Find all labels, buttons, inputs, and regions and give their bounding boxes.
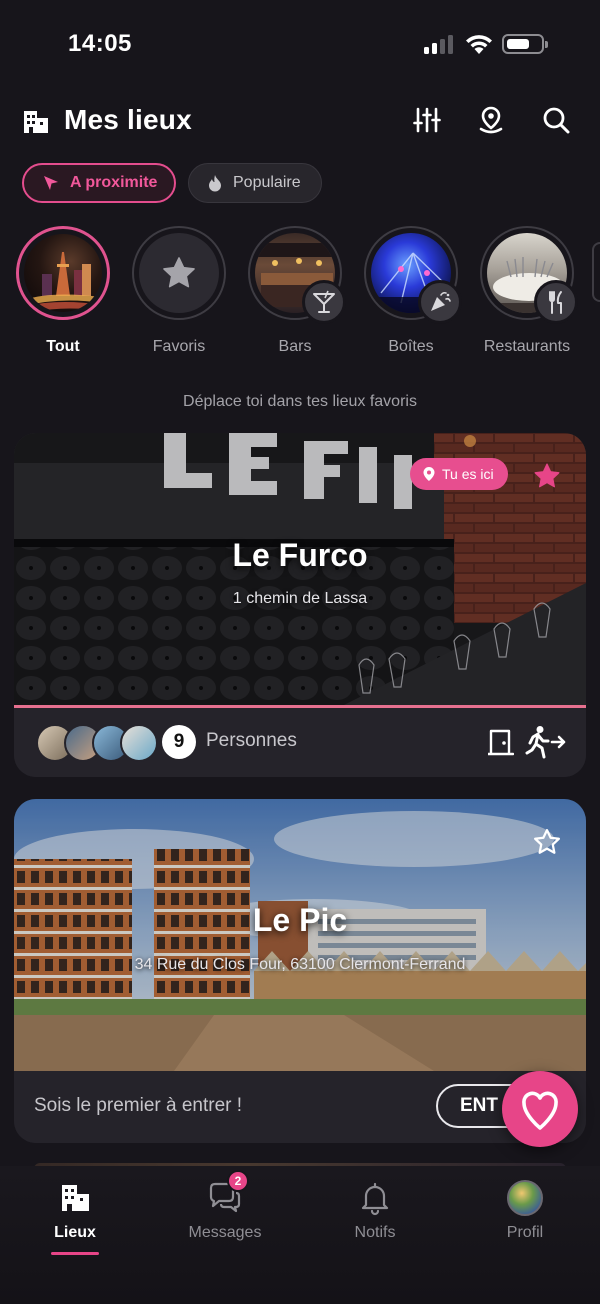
chip-popular-label: Populaire: [233, 174, 301, 191]
sliders-icon[interactable]: [412, 105, 442, 135]
category-favorites-label: Favoris: [152, 338, 206, 355]
avatar: [120, 724, 158, 762]
check-in-fab[interactable]: [502, 1071, 578, 1147]
nav-profile-label: Profil: [506, 1224, 544, 1241]
category-bars-label: Bars: [278, 338, 312, 355]
category-bars[interactable]: Bars: [247, 226, 346, 356]
battery-icon: [502, 34, 548, 54]
building-icon: [62, 1185, 89, 1211]
hint-text: Déplace toi dans tes lieux favoris: [183, 393, 417, 410]
nav-notifications[interactable]: Notifs: [315, 1180, 435, 1242]
empty-venue-label: Sois le premier à entrer !: [34, 1095, 243, 1116]
category-all-thumbnail: [16, 226, 110, 320]
bottom-navigation: Lieux 2 Messages Notifs Profil: [0, 1166, 600, 1304]
search-icon[interactable]: [541, 105, 571, 135]
cocktail-icon: [302, 280, 346, 324]
city-night-image: [24, 252, 102, 312]
cursor-arrow-icon: [44, 176, 58, 190]
category-clubs[interactable]: Boîtes: [363, 226, 462, 356]
chip-nearby[interactable]: A proximite: [22, 163, 176, 203]
page-title: Mes lieux: [64, 104, 192, 135]
venue-card-le-furco[interactable]: Le Furco 1 chemin de Lassa Tu es ici 9 P…: [14, 433, 586, 777]
venue-name: Le Pic: [252, 902, 348, 938]
status-time: 14:05: [68, 30, 132, 57]
bell-icon: [361, 1182, 389, 1216]
star-icon: [163, 257, 195, 288]
category-clubs-thumbnail: [364, 226, 462, 324]
category-bars-thumbnail: [248, 226, 346, 324]
category-favorites-thumbnail: [132, 226, 226, 320]
category-all[interactable]: Tout: [15, 226, 111, 356]
venue-card-footer: Sois le premier à entrer ! ENT: [14, 1071, 586, 1143]
people-count-badge: 9: [162, 725, 196, 759]
nav-profile[interactable]: Profil: [465, 1180, 585, 1242]
party-popper-icon: [418, 280, 462, 324]
category-favorites[interactable]: Favoris: [131, 226, 227, 356]
avatar: [507, 1180, 543, 1216]
exit-walk-icon[interactable]: [524, 725, 568, 759]
category-restaurants-label: Restaurants: [483, 338, 571, 355]
header: Mes lieux: [0, 95, 600, 150]
category-next-peek: [592, 242, 600, 302]
venue-address: 1 chemin de Lassa: [232, 590, 368, 607]
category-clubs-label: Boîtes: [388, 338, 434, 355]
flame-icon: [209, 175, 221, 192]
category-all-label: Tout: [46, 338, 80, 355]
wifi-icon: [466, 35, 492, 54]
nav-messages-label: Messages: [188, 1224, 262, 1241]
favorite-star-icon[interactable]: [532, 461, 562, 491]
here-badge-label: Tu es ici: [442, 466, 494, 482]
building-icon: [24, 111, 48, 133]
people-label: Personnes: [206, 730, 297, 751]
chip-popular[interactable]: Populaire: [188, 163, 322, 203]
heart-pin-icon: [522, 1091, 558, 1130]
favorite-star-outline-icon[interactable]: [532, 827, 562, 857]
nav-places-label: Lieux: [54, 1224, 96, 1241]
here-badge: Tu es ici: [410, 458, 508, 490]
venue-name: Le Furco: [232, 537, 368, 573]
map-pin-icon[interactable]: [476, 105, 506, 135]
nav-notifications-label: Notifs: [354, 1224, 396, 1241]
venue-card-le-pic[interactable]: Le Pic 34 Rue du Clos Four, 63100 Clermo…: [14, 799, 586, 1143]
category-restaurants[interactable]: Restaurants: [479, 226, 578, 356]
messages-badge: 2: [227, 1170, 249, 1192]
location-pin-icon: [423, 467, 435, 481]
venue-address: 34 Rue du Clos Four, 63100 Clermont-Ferr…: [134, 956, 466, 973]
cutlery-icon: [534, 280, 578, 324]
chip-nearby-label: A proximite: [70, 174, 158, 191]
nav-messages[interactable]: 2 Messages: [165, 1170, 285, 1242]
signal-icon: [424, 34, 456, 54]
category-restaurants-thumbnail: [480, 226, 578, 324]
nav-places[interactable]: Lieux: [15, 1180, 135, 1242]
active-tab-indicator: [51, 1252, 99, 1255]
venue-card-footer: 9 Personnes: [14, 708, 586, 777]
door-icon[interactable]: [488, 728, 514, 756]
status-bar: 14:05: [0, 0, 600, 90]
